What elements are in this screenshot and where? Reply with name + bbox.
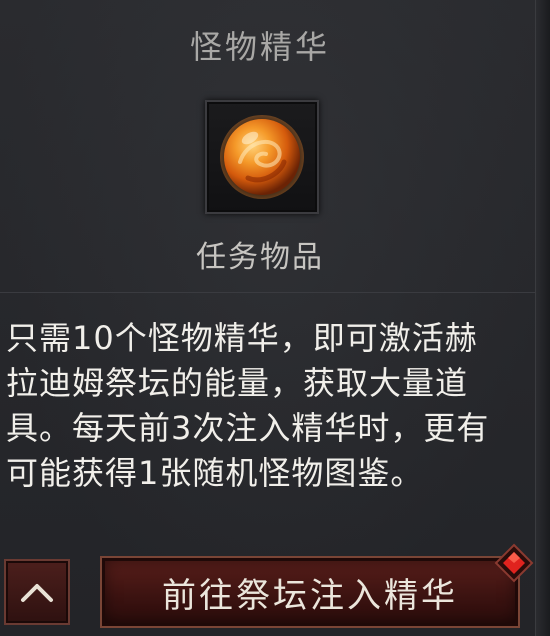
item-type-label: 任务物品 [196, 240, 324, 275]
collapse-button[interactable] [4, 559, 70, 625]
item-description: 只需10个怪物精华，即可激活赫 拉迪姆祭坛的能量，获取大量道 具。每天前3次注入… [6, 316, 516, 496]
go-to-altar-label: 前往祭坛注入精华 [162, 575, 458, 616]
go-to-altar-button[interactable]: 前往祭坛注入精华 [100, 556, 520, 628]
description-line: 可能获得1张随机怪物图鉴。 [6, 454, 424, 492]
orange-orb-icon [220, 115, 304, 199]
red-diamond-icon [494, 543, 534, 583]
chevron-up-icon [21, 584, 53, 602]
description-line: 拉迪姆祭坛的能量，获取大量道 [6, 364, 469, 402]
description-line: 具。每天前3次注入精华时，更有 [6, 409, 490, 447]
panel-scroll-edge [535, 0, 550, 636]
item-name: 怪物精华 [189, 28, 330, 66]
section-divider [0, 292, 535, 293]
item-detail-panel: 怪物精华 任务物品 只需10个怪物精华，即可激活赫 拉迪姆祭坛的能量，获取大量道… [0, 0, 550, 636]
item-icon-frame [205, 100, 319, 214]
description-line: 只需10个怪物精华，即可激活赫 [6, 319, 478, 357]
